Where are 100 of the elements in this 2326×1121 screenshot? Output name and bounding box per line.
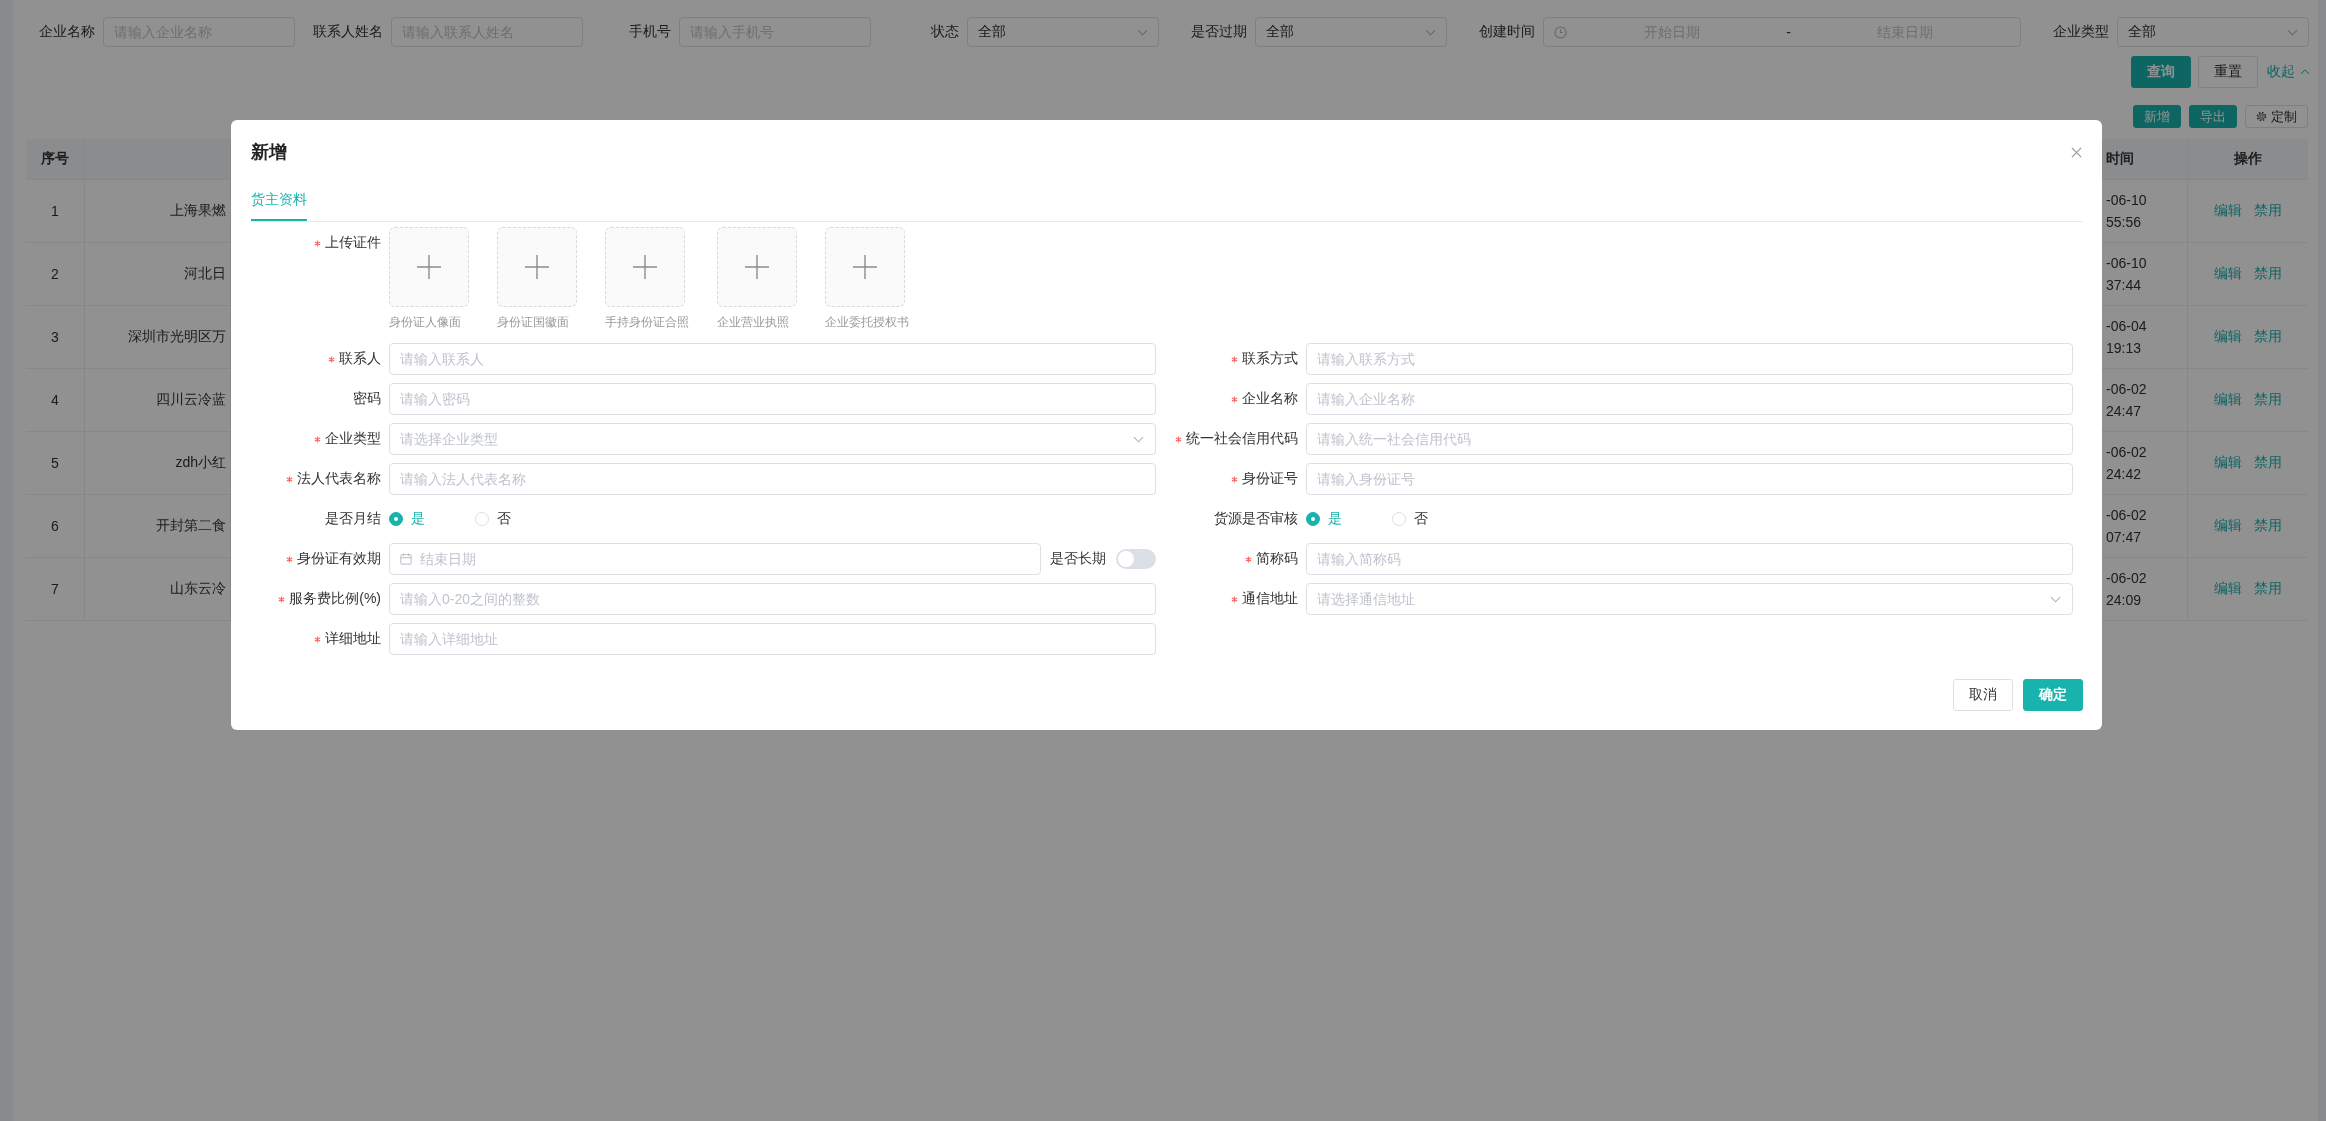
table-cell: 5 [26,432,85,494]
action-link[interactable]: 编辑 [2214,328,2242,346]
calendar-icon [400,553,412,565]
collapse-link[interactable]: 收起 [2267,56,2310,88]
action-link[interactable]: 编辑 [2214,265,2242,283]
chevron-down-icon [1425,28,1436,36]
text-field[interactable]: 请输入联系方式 [1306,343,2073,375]
chevron-down-icon [2050,596,2061,603]
table-header-cell: 序号 [26,139,85,179]
form-label: 简称码 [1256,550,1298,568]
form-label: 货源是否审核 [1214,510,1298,528]
radio-label[interactable]: 是 [411,510,425,528]
text-field[interactable]: 请输入详细地址 [389,623,1156,655]
upload-caption: 企业委托授权书 [825,315,909,329]
filter-select[interactable]: 全部 [1255,17,1447,47]
action-link[interactable]: 禁用 [2254,454,2282,472]
upload-box[interactable] [605,227,685,307]
form-label: 联系人 [339,350,381,368]
gear-icon [2256,111,2267,122]
form-label: 企业名称 [1242,390,1298,408]
table-cell: 3 [26,306,85,368]
action-link[interactable]: 禁用 [2254,391,2282,409]
filter-label: 企业名称 [39,23,95,41]
radio-button[interactable] [1306,512,1320,526]
text-field[interactable]: 请输入法人代表名称 [389,463,1156,495]
search-button[interactable]: 查询 [2131,56,2191,88]
upload-caption: 企业营业执照 [717,315,789,329]
radio-label[interactable]: 否 [497,510,511,528]
chevron-down-icon [1137,28,1148,36]
upload-box[interactable] [717,227,797,307]
table-cell: 4 [26,369,85,431]
confirm-button[interactable]: 确定 [2023,679,2083,711]
toggle-switch[interactable] [1116,549,1156,569]
plus-icon [417,255,441,279]
plus-icon [853,255,877,279]
reset-button[interactable]: 重置 [2198,56,2258,88]
close-icon[interactable] [2071,146,2082,158]
customize-button[interactable]: 定制 [2245,105,2308,128]
radio-button[interactable] [389,512,403,526]
upload-box[interactable] [825,227,905,307]
form-label: 身份证号 [1242,470,1298,488]
text-field[interactable]: 请输入企业名称 [1306,383,2073,415]
action-link[interactable]: 禁用 [2254,265,2282,283]
upload-caption: 身份证国徽面 [497,315,569,329]
chevron-down-icon [2287,28,2298,36]
text-field[interactable]: 请输入身份证号 [1306,463,2073,495]
action-link[interactable]: 禁用 [2254,328,2282,346]
upload-box[interactable] [389,227,469,307]
table-cell: 6 [26,495,85,557]
action-link[interactable]: 编辑 [2214,454,2242,472]
plus-icon [745,255,769,279]
chevron-down-icon [1133,436,1144,443]
text-field[interactable]: 请输入联系人 [389,343,1156,375]
dialog-title: 新增 [251,141,287,164]
form-label: 是否月结 [325,510,381,528]
upload-box[interactable] [497,227,577,307]
text-field[interactable]: 请输入密码 [389,383,1156,415]
action-link[interactable]: 编辑 [2214,391,2242,409]
text-field[interactable]: 请输入0-20之间的整数 [389,583,1156,615]
filter-label: 状态 [931,23,959,41]
date-field[interactable]: 结束日期 [389,543,1041,575]
text-field[interactable]: 请输入统一社会信用代码 [1306,423,2073,455]
plus-icon [633,255,657,279]
clock-icon [1554,25,1567,39]
filter-label: 联系人姓名 [313,23,383,41]
form-label: 服务费比例(%) [289,590,381,608]
upload-caption: 身份证人像面 [389,315,461,329]
radio-label[interactable]: 是 [1328,510,1342,528]
action-link[interactable]: 禁用 [2254,580,2282,598]
filter-select[interactable]: 全部 [967,17,1159,47]
select-field[interactable]: 请选择通信地址 [1306,583,2073,615]
filter-select[interactable]: 全部 [2117,17,2309,47]
form-label: 联系方式 [1242,350,1298,368]
tab[interactable]: 货主资料 [251,180,307,221]
table-cell: 7 [26,558,85,620]
filter-label: 创建时间 [1479,23,1535,41]
select-field[interactable]: 请选择企业类型 [389,423,1156,455]
action-link[interactable]: 编辑 [2214,202,2242,220]
action-link[interactable]: 编辑 [2214,517,2242,535]
radio-label[interactable]: 否 [1414,510,1428,528]
cancel-button[interactable]: 取消 [1953,679,2013,711]
table-header-cell-text: 操作 [2233,149,2263,168]
filter-label: 是否过期 [1191,23,1247,41]
chevron-up-icon [2300,69,2310,75]
plus-icon [525,255,549,279]
export-button[interactable]: 导出 [2189,105,2237,128]
action-link[interactable]: 禁用 [2254,517,2282,535]
upload-caption: 手持身份证合照 [605,315,689,329]
filter-label: 手机号 [629,23,671,41]
action-link[interactable]: 编辑 [2214,580,2242,598]
table-cell: 1 [26,180,85,242]
filter-label: 企业类型 [2053,23,2109,41]
form-label: 上传证件 [325,234,381,252]
text-field[interactable]: 请输入简称码 [1306,543,2073,575]
form-label: 企业类型 [325,430,381,448]
action-link[interactable]: 禁用 [2254,202,2282,220]
form-label: 详细地址 [325,630,381,648]
form-label: 身份证有效期 [297,550,381,568]
add-button[interactable]: 新增 [2133,105,2181,128]
form-label: 密码 [353,390,381,408]
